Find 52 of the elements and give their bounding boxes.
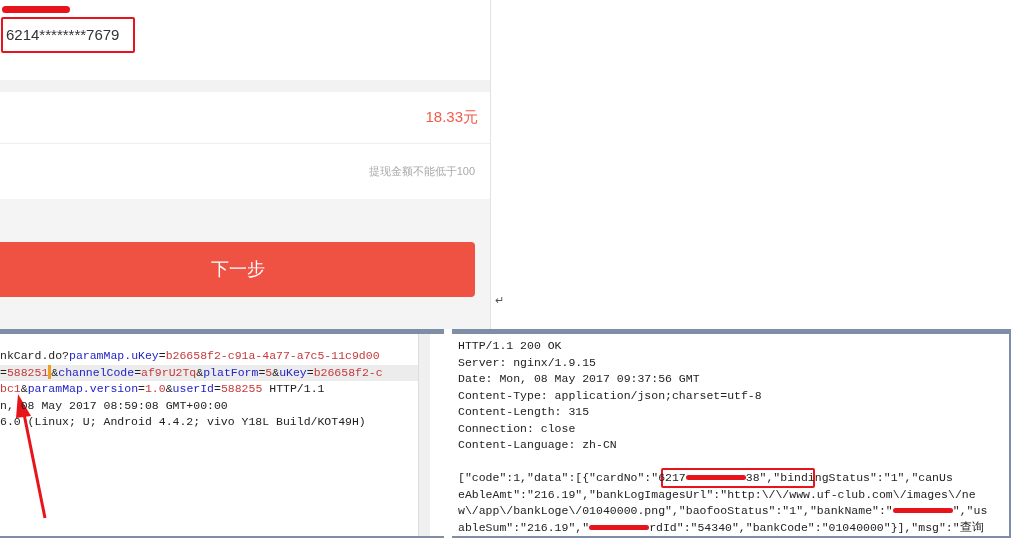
- amount-field[interactable]: 提现金额不能低于100: [315, 163, 475, 180]
- parameter-value: 588251: [6, 365, 49, 379]
- code-text: &: [165, 382, 173, 395]
- code-text: nkCard.do?: [0, 349, 69, 362]
- paragraph-mark: ↵: [495, 293, 504, 308]
- redaction-mark: [892, 508, 953, 514]
- code-text: eAbleAmt":"216.19","bankLogImagesUrl":"http:\/\/www.uf-club.com\/images\/ne: [458, 487, 976, 501]
- parameter-name: paramMap.version: [27, 382, 139, 395]
- parameter-name: platForm: [203, 365, 259, 379]
- parameter-value: 588255: [220, 382, 263, 395]
- next-button[interactable]: 下一步: [0, 242, 475, 297]
- code-text: Server: nginx/1.9.15: [458, 355, 597, 369]
- parameter-value: 5: [265, 365, 273, 379]
- parameter-name: channelCode: [58, 365, 135, 379]
- parameter-name: userId: [172, 382, 214, 395]
- card-number: 6214********7679: [6, 24, 120, 45]
- amount-value: 18.33元: [425, 107, 478, 128]
- code-text: &: [196, 365, 204, 379]
- text-cursor: [48, 365, 52, 380]
- scrollbar[interactable]: [418, 334, 430, 536]
- code-text: &: [20, 382, 28, 395]
- code-text: w\/app\/bankLoge\/01040000.png","baofooStatus":"1","bankName":": [458, 504, 893, 517]
- parameter-value: 1.0: [144, 382, 166, 395]
- code-text: &: [272, 365, 280, 379]
- code-text: Content-Length: 315: [458, 405, 590, 418]
- parameter-value: b26658f2-c: [313, 365, 383, 379]
- code-text: =: [138, 382, 145, 395]
- redaction-mark: [685, 475, 746, 481]
- code-text: HTTP/1.1: [268, 382, 325, 395]
- code-text: =: [258, 365, 266, 379]
- code-text: &: [51, 365, 59, 379]
- code-text: Connection: close: [458, 421, 576, 435]
- code-text: =: [134, 365, 142, 379]
- parameter-name: paramMap.uKey: [69, 349, 159, 362]
- parameter-value: bc1: [0, 382, 21, 395]
- code-text: HTTP/1.1 200 OK: [458, 339, 562, 352]
- code-text: =: [0, 365, 7, 379]
- code-text: Content-Type: application/json;charset=utf-8: [458, 388, 762, 402]
- parameter-value: af9rU2Tq: [141, 365, 197, 379]
- code-text: ableSum":"216.19",": [458, 520, 590, 534]
- parameter-value: b26658f2-c91a-4a77-a7c5-11c9d00: [165, 349, 380, 362]
- code-text: Date: Mon, 08 May 2017 09:37:56 GMT: [458, 372, 700, 385]
- code-text: Content-Language: zh-CN: [458, 438, 617, 451]
- code-text: =: [306, 365, 314, 379]
- redaction-mark: [2, 6, 70, 13]
- code-text: ","us: [952, 504, 988, 517]
- code-text: rdId":"54340","bankCode":"01040000"}],"msg":"查询: [649, 520, 984, 534]
- parameter-name: uKey: [279, 365, 307, 379]
- code-text: 6.0 (Linux; U; Android 4.4.2; vivo Y18L Build/KOT49H): [0, 415, 366, 428]
- code-text: =: [158, 349, 166, 362]
- code-text: =: [214, 382, 221, 395]
- redaction-mark: [589, 524, 650, 530]
